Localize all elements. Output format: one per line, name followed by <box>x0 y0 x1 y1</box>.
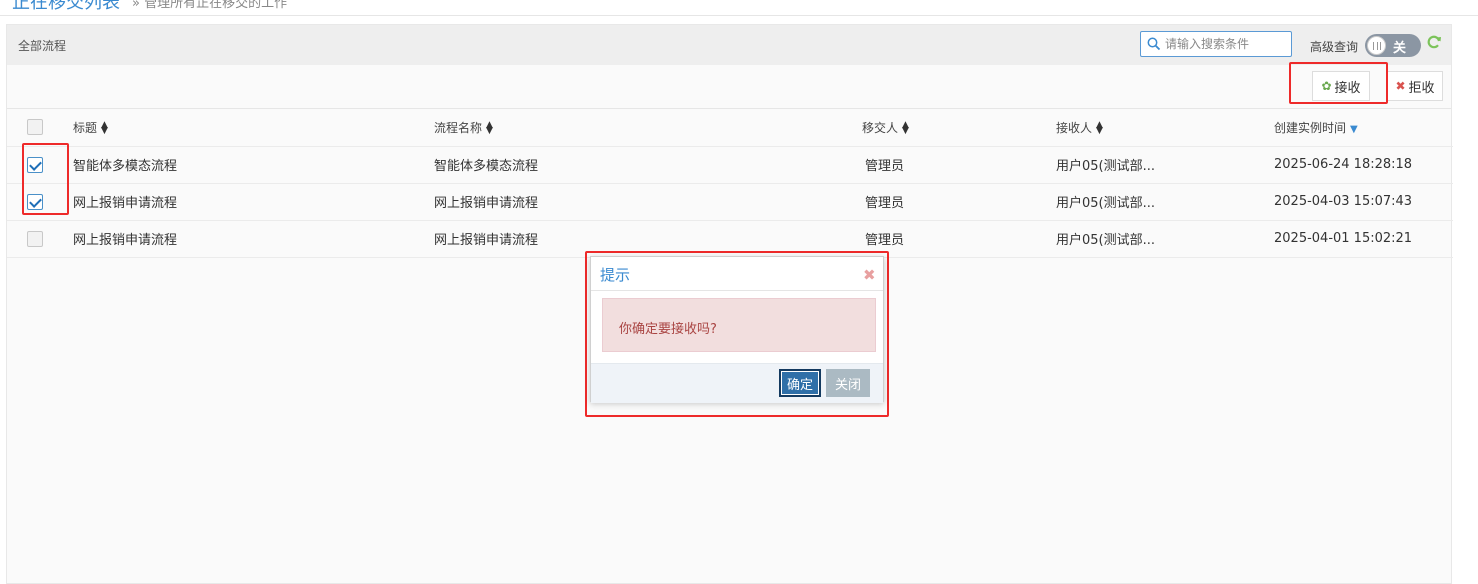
cell-created: 2025-04-03 15:07:43 <box>1274 183 1453 221</box>
column-header-transferor[interactable]: 移交人 ▲ ▼ <box>862 109 1056 147</box>
row-select-cell <box>7 220 73 258</box>
gear-icon: ✿ <box>1321 79 1332 93</box>
sort-icon: ▲ ▼ <box>486 120 493 137</box>
cell-process: 网上报销申请流程 <box>434 183 862 221</box>
row-select-cell <box>7 146 73 184</box>
sort-icon: ▲ ▼ <box>902 120 909 137</box>
refresh-icon[interactable] <box>1426 34 1442 50</box>
cell-receiver: 用户05(测试部... <box>1056 146 1274 184</box>
column-label: 接收人 <box>1056 120 1093 135</box>
page-subtitle: » 管理所有正在移交的工作 <box>132 0 288 11</box>
reject-button-label: 拒收 <box>1408 80 1435 96</box>
confirm-ok-button[interactable]: 确定 <box>779 369 821 397</box>
row-select-cell <box>7 183 73 221</box>
toggle-state-label: 关 <box>1393 41 1407 56</box>
cell-transferor: 管理员 <box>862 183 1056 221</box>
page-title: 正在移交列表 <box>12 0 120 13</box>
table-row[interactable]: 网上报销申请流程 网上报销申请流程 管理员 用户05(测试部... 2025-0… <box>7 220 1453 258</box>
table-header-row: 标题 ▲ ▼ 流程名称 ▲ ▼ 移交人 ▲ ▼ 接收人 ▲ ▼ 创建实例时间 ▼ <box>7 109 1453 147</box>
confirm-dialog: 提示 ✖ 你确定要接收吗? 确定 关闭 <box>590 256 884 403</box>
select-all-checkbox[interactable] <box>27 119 43 136</box>
search-icon <box>1147 37 1161 51</box>
cell-created: 2025-06-24 18:28:18 <box>1274 146 1453 184</box>
column-header-created[interactable]: 创建实例时间 ▼ <box>1274 109 1453 147</box>
cell-transferor: 管理员 <box>862 220 1056 258</box>
close-icon: ✖ <box>1395 79 1406 93</box>
dialog-message: 你确定要接收吗? <box>619 322 717 337</box>
toggle-knob <box>1367 36 1386 55</box>
column-header-receiver[interactable]: 接收人 ▲ ▼ <box>1056 109 1274 147</box>
dialog-header: 提示 ✖ <box>591 257 883 291</box>
accept-button[interactable]: ✿ 接收 <box>1312 71 1370 101</box>
row-checkbox[interactable] <box>27 156 43 173</box>
confirm-close-button[interactable]: 关闭 <box>826 369 870 397</box>
dialog-footer: 确定 关闭 <box>591 363 883 403</box>
table-row[interactable]: 智能体多模态流程 智能体多模态流程 管理员 用户05(测试部... 2025-0… <box>7 146 1453 184</box>
column-header-process[interactable]: 流程名称 ▲ ▼ <box>434 109 862 147</box>
grip-icon <box>1373 42 1381 50</box>
cell-process: 智能体多模态流程 <box>434 146 862 184</box>
panel-title: 全部流程 <box>18 39 67 53</box>
action-toolbar: ✿ 接收 ✖ 拒收 <box>7 65 1451 109</box>
cell-title: 智能体多模态流程 <box>73 146 434 184</box>
search-input[interactable] <box>1165 34 1287 54</box>
transfer-table: 标题 ▲ ▼ 流程名称 ▲ ▼ 移交人 ▲ ▼ 接收人 ▲ ▼ 创建实例时间 ▼ 智能体多模态 <box>7 109 1453 258</box>
reject-button[interactable]: ✖ 拒收 <box>1387 71 1443 101</box>
panel-header: 全部流程 高级查询 关 <box>7 25 1451 65</box>
row-checkbox[interactable] <box>27 193 43 210</box>
advanced-query-label: 高级查询 <box>1310 40 1359 54</box>
table-row[interactable]: 网上报销申请流程 网上报销申请流程 管理员 用户05(测试部... 2025-0… <box>7 183 1453 221</box>
column-label: 标题 <box>73 120 98 135</box>
advanced-query-toggle[interactable]: 关 <box>1365 34 1421 57</box>
row-checkbox[interactable] <box>27 230 43 247</box>
dialog-close-icon[interactable]: ✖ <box>863 266 876 284</box>
page-header: 正在移交列表 » 管理所有正在移交的工作 <box>0 0 1478 16</box>
cell-created: 2025-04-01 15:02:21 <box>1274 220 1453 258</box>
accept-button-label: 接收 <box>1334 80 1361 96</box>
search-box[interactable] <box>1140 31 1292 57</box>
dialog-message-box: 你确定要接收吗? <box>602 298 876 352</box>
cell-title: 网上报销申请流程 <box>73 220 434 258</box>
dialog-title: 提示 <box>600 266 631 284</box>
sort-icon: ▲ ▼ <box>1096 120 1103 137</box>
cell-receiver: 用户05(测试部... <box>1056 183 1274 221</box>
cell-title: 网上报销申请流程 <box>73 183 434 221</box>
column-label: 创建实例时间 <box>1274 120 1347 135</box>
cell-receiver: 用户05(测试部... <box>1056 220 1274 258</box>
select-all-cell <box>7 109 73 147</box>
column-label: 流程名称 <box>434 120 483 135</box>
cell-process: 网上报销申请流程 <box>434 220 862 258</box>
sort-icon: ▲ ▼ <box>101 120 108 137</box>
sort-desc-icon: ▼ <box>1350 123 1358 135</box>
cell-transferor: 管理员 <box>862 146 1056 184</box>
column-header-title[interactable]: 标题 ▲ ▼ <box>73 109 434 147</box>
column-label: 移交人 <box>862 120 899 135</box>
